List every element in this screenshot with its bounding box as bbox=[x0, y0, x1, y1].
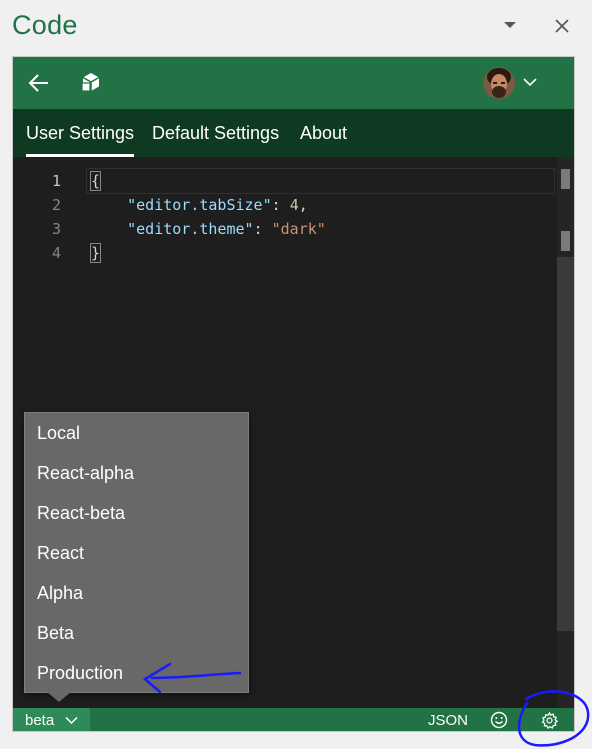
menu-item-react-alpha[interactable]: React-alpha bbox=[25, 453, 248, 493]
environment-selector[interactable]: beta bbox=[13, 708, 90, 731]
separator: : bbox=[271, 196, 290, 214]
menu-item-react[interactable]: React bbox=[25, 533, 248, 573]
close-brace: } bbox=[89, 243, 102, 263]
open-brace: { bbox=[89, 171, 102, 191]
menu-item-beta[interactable]: Beta bbox=[25, 613, 248, 653]
close-icon[interactable] bbox=[553, 17, 571, 35]
environment-label: beta bbox=[25, 712, 55, 729]
code-line: "editor.theme": "dark" bbox=[91, 217, 554, 241]
language-mode[interactable]: JSON bbox=[428, 712, 468, 729]
settings-tabs: User Settings Default Settings About bbox=[13, 109, 574, 157]
code-line: } bbox=[89, 241, 554, 265]
chevron-down-icon[interactable] bbox=[523, 77, 537, 87]
pane-options-chevron-icon[interactable] bbox=[504, 20, 516, 30]
line-number-gutter: 1 2 3 4 bbox=[13, 169, 63, 265]
menu-item-local[interactable]: Local bbox=[25, 413, 248, 453]
menu-item-production[interactable]: Production bbox=[25, 653, 248, 693]
cube-logo-icon bbox=[81, 73, 100, 92]
tab-default-settings[interactable]: Default Settings bbox=[152, 109, 279, 157]
avatar-image bbox=[483, 67, 515, 99]
vertical-scrollbar[interactable] bbox=[557, 157, 574, 708]
line-number: 3 bbox=[51, 220, 61, 238]
scrollbar-marker bbox=[561, 231, 570, 251]
scrollbar-thumb[interactable] bbox=[557, 257, 574, 631]
user-avatar[interactable] bbox=[483, 67, 515, 99]
separator: : bbox=[253, 220, 272, 238]
smiley-icon[interactable] bbox=[490, 711, 508, 729]
arrow-left-icon[interactable] bbox=[28, 72, 50, 94]
setting-value: 4 bbox=[289, 196, 299, 214]
menu-item-alpha[interactable]: Alpha bbox=[25, 573, 248, 613]
menu-item-react-beta[interactable]: React-beta bbox=[25, 493, 248, 533]
line-number: 1 bbox=[51, 172, 61, 190]
status-bar: beta JSON bbox=[13, 708, 574, 731]
setting-key: "editor.theme" bbox=[127, 220, 254, 238]
tab-about[interactable]: About bbox=[300, 109, 347, 157]
setting-key: "editor.tabSize" bbox=[127, 196, 272, 214]
scrollbar-marker bbox=[561, 169, 570, 189]
environment-menu: Local React-alpha React-beta React Alpha… bbox=[24, 412, 249, 693]
chevron-down-icon bbox=[65, 716, 78, 725]
code-line: { bbox=[86, 168, 555, 194]
pane-title: Code bbox=[12, 10, 78, 40]
code-line: "editor.tabSize": 4, bbox=[91, 193, 554, 217]
gear-icon[interactable] bbox=[540, 711, 559, 730]
line-number: 4 bbox=[51, 244, 61, 262]
add-in-frame: User Settings Default Settings About 1 2… bbox=[12, 56, 575, 732]
app-header bbox=[13, 57, 574, 109]
line-number: 2 bbox=[51, 196, 61, 214]
menu-pointer bbox=[47, 692, 71, 702]
comma: , bbox=[298, 196, 308, 214]
setting-value: "dark" bbox=[271, 220, 326, 238]
code-content[interactable]: { "editor.tabSize": 4, "editor.theme": "… bbox=[86, 168, 555, 265]
tab-user-settings[interactable]: User Settings bbox=[26, 109, 135, 157]
